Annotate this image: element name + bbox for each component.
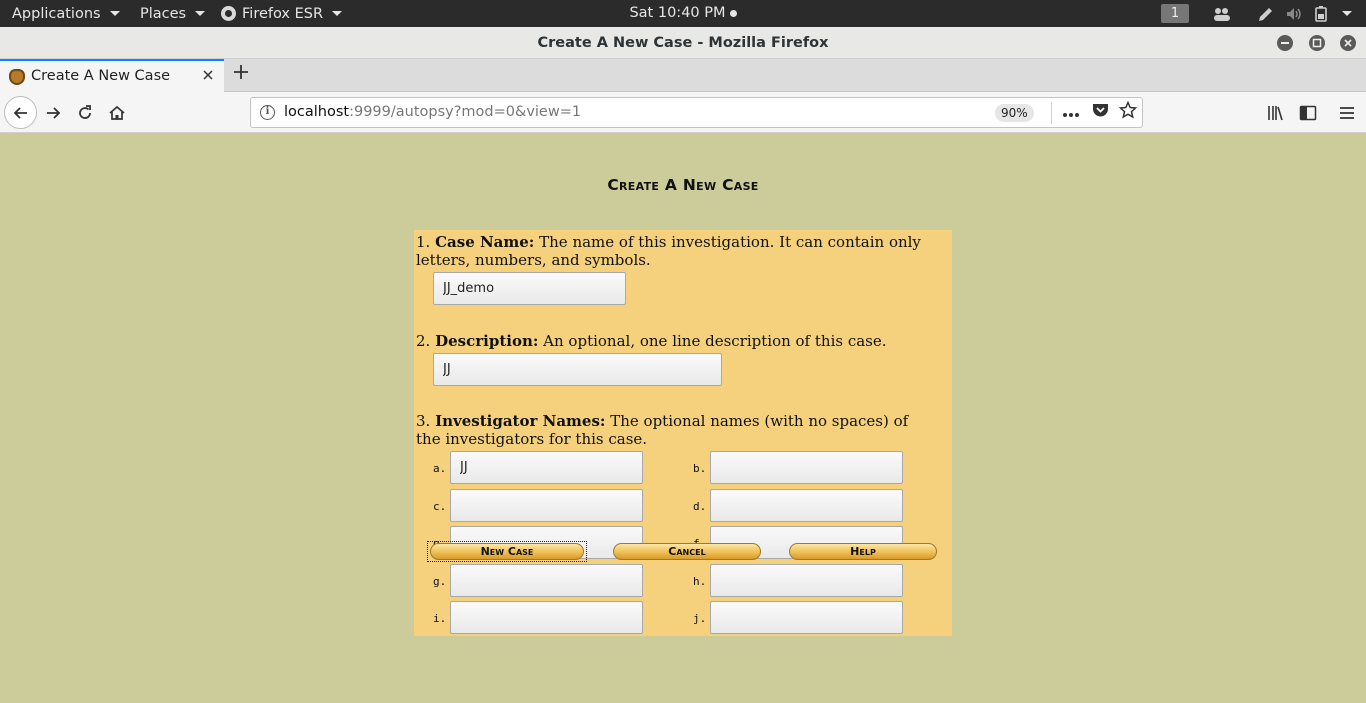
investigator-names-prompt: 3. Investigator Names: The optional name…: [416, 412, 936, 448]
clock[interactable]: Sat 10:40 PM: [629, 5, 737, 21]
url-bar[interactable]: i localhost:9999/autopsy?mod=0&view=1 90…: [250, 97, 1143, 128]
case-name-label: Case Name:: [435, 233, 535, 251]
investigator-letter-j: j.: [693, 612, 707, 625]
investigator-letter-i: i.: [433, 612, 447, 625]
url-host: localhost: [284, 104, 350, 120]
tab-create-a-new-case[interactable]: Create A New Case: [0, 59, 224, 92]
places-menu-label: Places: [140, 5, 187, 22]
description-label: Description:: [435, 332, 539, 350]
description-prompt: 2. Description: An optional, one line de…: [416, 332, 936, 350]
library-button[interactable]: [1263, 100, 1289, 126]
chevron-down-icon: [1342, 11, 1352, 16]
url-path: :9999/autopsy?mod=0&view=1: [349, 104, 582, 120]
investigator-d-input[interactable]: [710, 489, 903, 522]
page-actions-icon[interactable]: [1059, 101, 1083, 125]
arrow-left-icon: [13, 107, 27, 119]
description-help: An optional, one line description of thi…: [543, 332, 887, 350]
url-bar-divider: [1051, 102, 1052, 124]
new-tab-button[interactable]: [230, 63, 252, 87]
close-window-button[interactable]: [1340, 35, 1356, 51]
firefox-icon: [221, 6, 236, 21]
window-title-bar: Create A New Case - Mozilla Firefox: [0, 27, 1366, 59]
case-name-prompt: 1. Case Name: The name of this investiga…: [416, 233, 936, 269]
main-menu-button[interactable]: [1334, 100, 1360, 126]
clock-label: Sat 10:40 PM: [629, 5, 726, 21]
firefox-app-menu[interactable]: Firefox ESR: [221, 0, 343, 27]
close-tab-icon[interactable]: [199, 67, 217, 85]
case-name-input[interactable]: [433, 272, 626, 305]
chevron-down-icon: [195, 11, 206, 16]
reload-icon: [79, 105, 91, 119]
bookmark-star-icon[interactable]: [1116, 100, 1140, 125]
sidebar-button[interactable]: [1295, 100, 1321, 126]
system-top-bar: Applications Places Firefox ESR Sat 10:4…: [0, 0, 1366, 27]
notification-dot-icon: [729, 9, 737, 17]
investigator-h-input[interactable]: [710, 564, 903, 597]
investigator-names-number: 3.: [416, 412, 431, 430]
people-icon[interactable]: [1212, 0, 1232, 27]
zoom-indicator[interactable]: 90%: [995, 104, 1034, 122]
navigation-bar: i localhost:9999/autopsy?mod=0&view=1 90…: [0, 92, 1366, 133]
firefox-app-menu-label: Firefox ESR: [242, 5, 324, 22]
investigator-i-input[interactable]: [450, 601, 643, 634]
page-content: Create A New Case 1. Case Name: The name…: [0, 133, 1366, 703]
window-title: Create A New Case - Mozilla Firefox: [537, 35, 829, 51]
investigator-letter-g: g.: [433, 575, 447, 588]
investigator-a-input[interactable]: [450, 451, 643, 484]
pocket-icon[interactable]: [1088, 101, 1112, 125]
autopsy-favicon-icon: [9, 69, 25, 85]
reload-button[interactable]: [72, 100, 98, 126]
back-button[interactable]: [4, 96, 37, 129]
arrow-right-icon: [47, 107, 61, 119]
cancel-button[interactable]: Cancel: [613, 543, 761, 560]
page-title: Create A New Case: [607, 176, 759, 194]
plus-icon: [234, 65, 248, 79]
hamburger-menu-icon: [1340, 107, 1354, 119]
battery-icon[interactable]: [1313, 0, 1331, 27]
applications-menu[interactable]: Applications: [12, 0, 120, 27]
workspace-indicator[interactable]: 1: [1161, 4, 1189, 23]
case-name-number: 1.: [416, 233, 431, 251]
applications-menu-label: Applications: [12, 5, 101, 22]
chevron-down-icon: [332, 11, 343, 16]
url-text: localhost:9999/autopsy?mod=0&view=1: [284, 98, 581, 127]
new-case-button[interactable]: New Case: [430, 543, 584, 560]
new-case-form: 1. Case Name: The name of this investiga…: [414, 230, 952, 636]
tab-label: Create A New Case: [31, 68, 171, 84]
places-menu[interactable]: Places: [140, 0, 206, 27]
pen-icon[interactable]: [1257, 0, 1275, 27]
investigator-names-label: Investigator Names:: [435, 412, 606, 430]
home-icon: [109, 105, 125, 120]
investigator-c-input[interactable]: [450, 489, 643, 522]
chevron-down-icon: [109, 11, 120, 16]
minimize-button[interactable]: [1277, 35, 1293, 51]
site-info-icon[interactable]: i: [260, 105, 275, 120]
investigator-letter-b: b.: [693, 462, 707, 475]
investigator-letter-d: d.: [693, 500, 707, 513]
system-menu-button[interactable]: [1339, 0, 1352, 27]
library-icon: [1268, 106, 1283, 121]
description-number: 2.: [416, 332, 431, 350]
sidebar-icon: [1299, 105, 1317, 121]
investigator-j-input[interactable]: [710, 601, 903, 634]
description-input[interactable]: [433, 353, 722, 386]
investigator-letter-h: h.: [693, 575, 707, 588]
investigator-letter-c: c.: [433, 500, 447, 513]
investigator-g-input[interactable]: [450, 564, 643, 597]
home-button[interactable]: [104, 100, 130, 126]
maximize-button[interactable]: [1309, 35, 1325, 51]
forward-button[interactable]: [40, 100, 66, 126]
investigator-b-input[interactable]: [710, 451, 903, 484]
tab-strip: Create A New Case: [0, 59, 1366, 92]
investigator-letter-a: a.: [433, 462, 447, 475]
help-button[interactable]: Help: [789, 543, 937, 560]
volume-icon[interactable]: [1285, 0, 1303, 27]
